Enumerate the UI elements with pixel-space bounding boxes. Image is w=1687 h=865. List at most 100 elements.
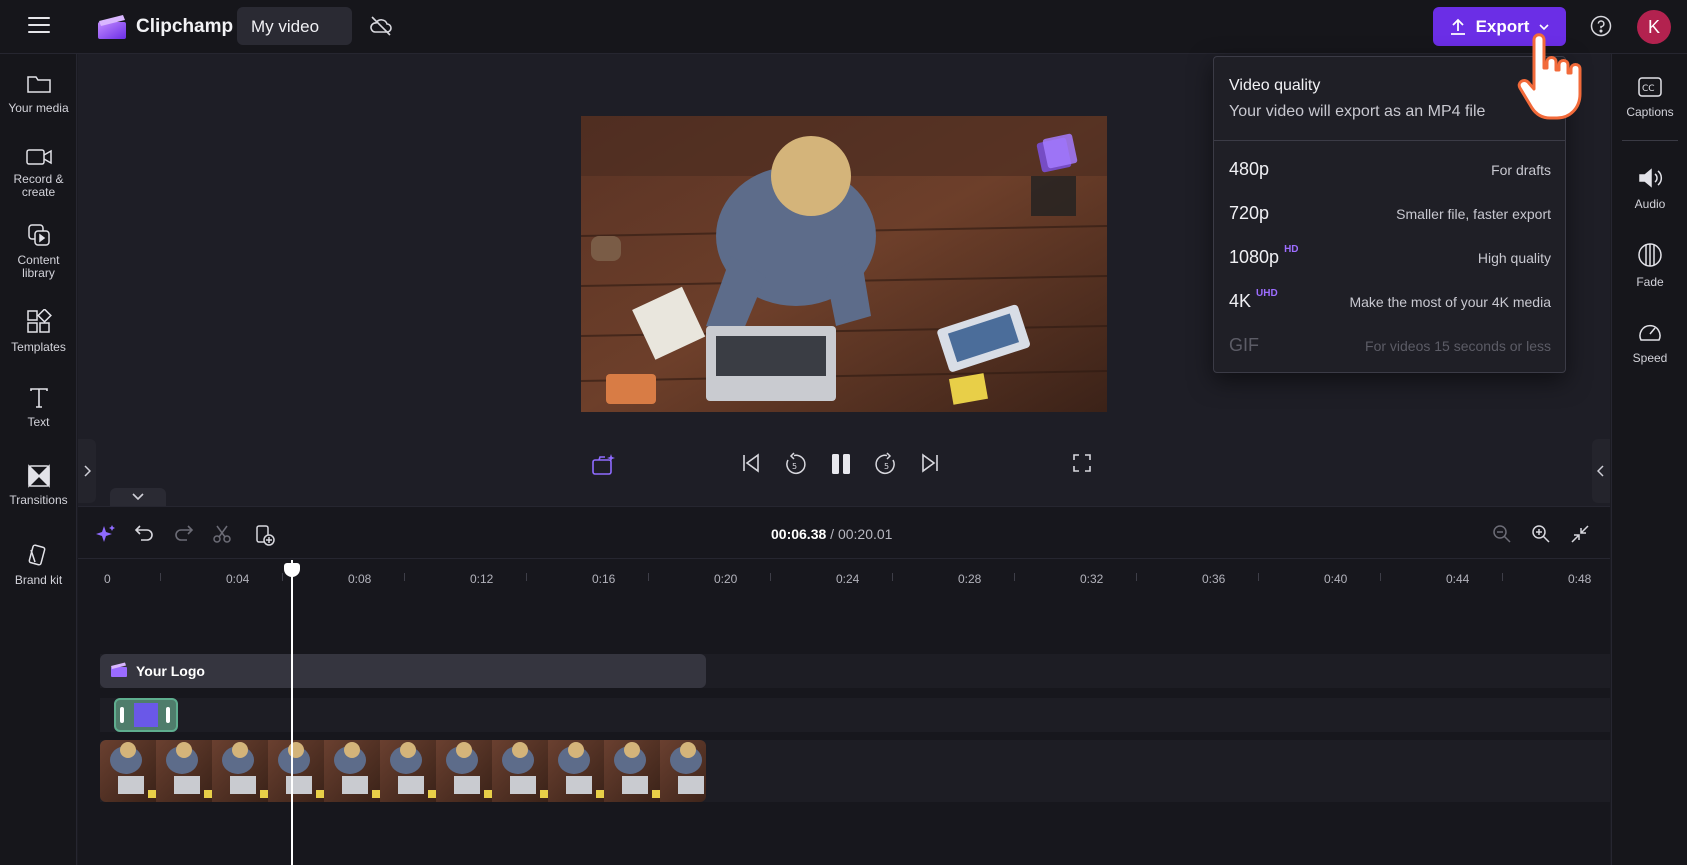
export-option-gif: GIF For videos 15 seconds or less bbox=[1214, 325, 1565, 365]
playhead bbox=[291, 560, 293, 865]
sidebar-item-brand-kit[interactable]: Brand kit bbox=[0, 542, 77, 587]
ruler-tick bbox=[282, 573, 283, 581]
cloud-off-icon[interactable] bbox=[368, 14, 394, 38]
trim-handle-right[interactable] bbox=[166, 707, 170, 723]
fade-icon bbox=[1638, 243, 1662, 267]
timeline: 00:06.38 / 00:20.01 0 0:04 0:08 0:12 0:1… bbox=[78, 506, 1610, 865]
quality-description: High quality bbox=[1477, 250, 1551, 266]
sidebar-item-fade[interactable]: Fade bbox=[1612, 242, 1687, 291]
rewind-5-icon[interactable]: 5 bbox=[783, 452, 807, 476]
svg-text:5: 5 bbox=[792, 462, 797, 471]
app-name: Clipchamp bbox=[136, 16, 234, 37]
expand-left-panel[interactable] bbox=[78, 439, 96, 503]
speedometer-icon bbox=[1639, 324, 1661, 341]
sidebar-item-label: Captions bbox=[1626, 105, 1674, 119]
menu-title: Video quality bbox=[1229, 77, 1321, 94]
sidebar-item-label: Speed bbox=[1632, 351, 1668, 365]
zoom-out-icon[interactable] bbox=[1492, 524, 1512, 544]
timeline-ruler[interactable]: 0 0:04 0:08 0:12 0:16 0:20 0:24 0:28 0:3… bbox=[78, 558, 1610, 598]
ruler-label: 0:12 bbox=[470, 572, 494, 586]
sparkle-icon[interactable] bbox=[96, 524, 116, 544]
quality-label: 720p bbox=[1229, 203, 1270, 223]
clipchamp-logo-icon bbox=[111, 662, 127, 677]
quality-description: Make the most of your 4K media bbox=[1349, 294, 1551, 310]
export-option-480p[interactable]: 480p For drafts bbox=[1214, 149, 1565, 189]
audio-clip[interactable] bbox=[114, 698, 178, 732]
audio-track bbox=[100, 698, 1610, 732]
ruler-label: 0:44 bbox=[1446, 572, 1470, 586]
ruler-label: 0:32 bbox=[1080, 572, 1104, 586]
sidebar-item-captions[interactable]: CC Captions bbox=[1612, 76, 1687, 121]
undo-icon[interactable] bbox=[134, 524, 154, 542]
zoom-in-icon[interactable] bbox=[1531, 524, 1551, 544]
library-icon bbox=[27, 224, 50, 246]
redo-icon[interactable] bbox=[174, 524, 194, 542]
sidebar-item-text[interactable]: Text bbox=[0, 386, 77, 429]
sidebar-item-your-media[interactable]: Your media bbox=[0, 72, 77, 115]
menu-icon[interactable] bbox=[28, 17, 50, 35]
video-thumbnails bbox=[100, 740, 706, 802]
hd-badge: HD bbox=[1284, 244, 1299, 255]
sidebar-item-audio[interactable]: Audio bbox=[1612, 166, 1687, 213]
time-separator: / bbox=[826, 526, 838, 542]
ruler-tick bbox=[1502, 573, 1503, 581]
sidebar-item-label: Text bbox=[27, 415, 50, 429]
ruler-label: 0:48 bbox=[1568, 572, 1592, 586]
sidebar-item-speed[interactable]: Speed bbox=[1612, 320, 1687, 367]
total-time: 00:20.01 bbox=[837, 526, 893, 542]
ruler-tick bbox=[1014, 573, 1015, 581]
video-preview[interactable] bbox=[581, 116, 1107, 412]
collapse-timeline-toggle[interactable] bbox=[110, 488, 166, 506]
ruler-tick bbox=[892, 573, 893, 581]
templates-icon bbox=[26, 309, 52, 333]
ruler-label: 0:36 bbox=[1202, 572, 1226, 586]
trim-handle-left[interactable] bbox=[120, 707, 124, 723]
sidebar-item-label: Transitions bbox=[9, 493, 68, 507]
audio-waveform bbox=[134, 703, 158, 727]
skip-forward-icon[interactable] bbox=[919, 452, 941, 474]
fit-timeline-icon[interactable] bbox=[1570, 524, 1590, 544]
left-sidebar: Your media Record & create Content libra… bbox=[0, 54, 77, 865]
fullscreen-icon[interactable] bbox=[1071, 452, 1093, 474]
sidebar-item-label: Content library bbox=[17, 253, 60, 280]
sidebar-item-label: Brand kit bbox=[14, 573, 63, 587]
text-icon bbox=[29, 388, 48, 408]
sidebar-item-label: Fade bbox=[1636, 275, 1664, 289]
magic-camera-icon[interactable] bbox=[590, 452, 616, 478]
sidebar-divider bbox=[1622, 140, 1678, 141]
logo-clip[interactable]: Your Logo bbox=[100, 654, 706, 688]
export-option-720p[interactable]: 720p Smaller file, faster export bbox=[1214, 193, 1565, 233]
scissors-icon[interactable] bbox=[212, 524, 232, 544]
project-title[interactable]: My video bbox=[237, 7, 352, 45]
sidebar-item-record-create[interactable]: Record & create bbox=[0, 147, 77, 199]
ruler-label: 0:28 bbox=[958, 572, 982, 586]
pause-icon[interactable] bbox=[830, 452, 852, 476]
sidebar-item-content-library[interactable]: Content library bbox=[0, 222, 77, 280]
camera-icon bbox=[25, 149, 52, 165]
expand-right-panel[interactable] bbox=[1592, 439, 1610, 503]
ruler-tick bbox=[770, 573, 771, 581]
video-clip[interactable] bbox=[100, 740, 706, 802]
svg-text:CC: CC bbox=[1642, 84, 1655, 94]
avatar[interactable]: K bbox=[1637, 10, 1671, 44]
ruler-tick bbox=[160, 573, 161, 581]
sidebar-item-transitions[interactable]: Transitions bbox=[0, 464, 77, 507]
sidebar-item-label: Audio bbox=[1634, 197, 1666, 211]
speaker-icon bbox=[1639, 168, 1663, 188]
chevron-right-icon bbox=[84, 465, 91, 477]
help-icon[interactable] bbox=[1590, 15, 1612, 37]
right-sidebar: CC Captions Audio Fade Speed bbox=[1611, 54, 1687, 865]
chevron-down-icon bbox=[132, 493, 144, 501]
transitions-icon bbox=[27, 464, 50, 488]
add-clip-icon[interactable] bbox=[254, 524, 276, 546]
skip-back-icon[interactable] bbox=[740, 452, 762, 474]
export-option-1080p[interactable]: 1080p HD High quality bbox=[1214, 237, 1565, 277]
quality-label: 4K UHD bbox=[1229, 288, 1278, 311]
svg-text:5: 5 bbox=[884, 462, 889, 471]
ruler-tick bbox=[404, 573, 405, 581]
export-option-4k[interactable]: 4K UHD Make the most of your 4K media bbox=[1214, 281, 1565, 321]
quality-label: GIF bbox=[1229, 335, 1259, 355]
forward-5-icon[interactable]: 5 bbox=[874, 452, 898, 476]
sidebar-item-templates[interactable]: Templates bbox=[0, 309, 77, 354]
top-bar: Clipchamp My video Export K bbox=[0, 0, 1687, 54]
